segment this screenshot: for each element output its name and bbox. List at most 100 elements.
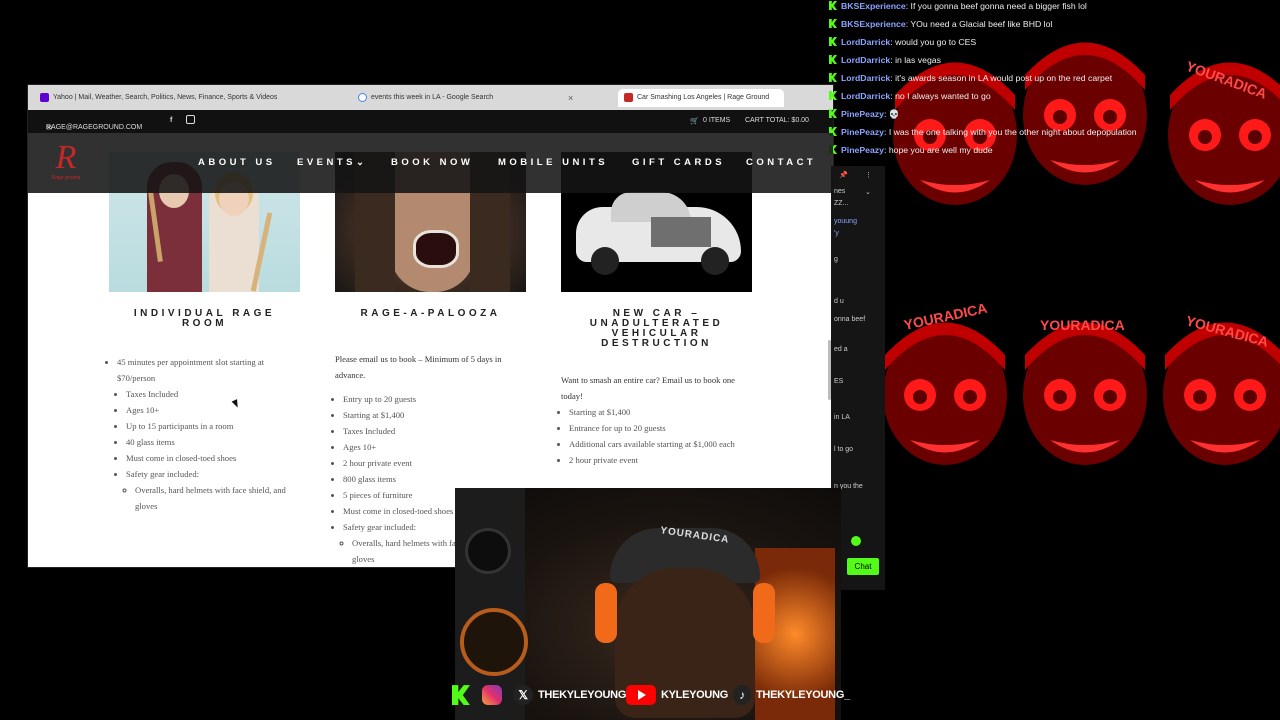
chat-message: BKSExperience: YOu need a Glacial beef l… [829, 18, 1052, 30]
instagram-icon [482, 685, 502, 706]
pin-icon[interactable]: 📌 [839, 171, 848, 179]
tiktok-social: ♪ THEKYLEYOUNG_ [733, 684, 850, 706]
chat-fragment: nes [834, 188, 846, 195]
x-logo-icon: 𝕏 [513, 685, 533, 706]
list-item: Entrance for up to 20 guests [569, 420, 755, 436]
yahoo-icon [40, 92, 49, 102]
chat-username: PinePeazy [841, 109, 884, 119]
cart-total[interactable]: CART TOTAL: $0.00 [745, 117, 809, 124]
chat-fragment: onna beef [834, 316, 866, 323]
kick-icon [829, 73, 837, 82]
list-item: Additional cars available starting at $1… [569, 436, 755, 452]
youtube-handle: KYLEYOUNG [661, 689, 728, 701]
chat-message: LordDarrick: in las vegas [829, 54, 941, 66]
close-tab-icon[interactable]: × [568, 89, 573, 107]
chat-text: 💀 [888, 109, 900, 119]
cart-icon[interactable]: 🛒 [690, 117, 699, 125]
list-item: Safety gear included: [126, 466, 303, 482]
card-new-car-details: Starting at $1,400 Entrance for up to 20… [560, 404, 755, 468]
chat-fragment: ZZ... [834, 200, 849, 207]
cap-text: YOURADICA [1040, 317, 1125, 333]
rage-ground-logo[interactable]: R Rage ground [46, 141, 86, 185]
card-title-rage-a-palooza: RAGE-A-PALOOZA [360, 308, 501, 319]
tab-bar: Yahoo | Mail, Weather, Search, Politics,… [28, 85, 833, 110]
card-rage-a-palooza-intro: Please email us to book – Minimum of 5 d… [335, 354, 502, 380]
google-icon [358, 92, 367, 102]
list-item: Entry up to 20 guests [343, 391, 524, 407]
list-item: Taxes Included [126, 386, 303, 402]
logo-letter: R [55, 139, 77, 176]
facebook-icon[interactable]: f [170, 117, 172, 124]
chat-text: hope you are well my dude [888, 145, 993, 155]
kick-social [452, 684, 475, 706]
tiktok-icon: ♪ [733, 685, 751, 706]
chat-text: would you go to CES [895, 37, 977, 47]
x-social: 𝕏 THEKYLEYOUNG [513, 684, 626, 706]
list-item: Overalls, hard helmets with face shield,… [135, 482, 303, 514]
chat-message: PinePeazy: hope you are well my dude [829, 144, 993, 156]
chevron-down-icon: ⌄ [356, 157, 364, 168]
tab-google-search[interactable]: events this week in LA - Google Search [358, 89, 563, 107]
x-handle: THEKYLEYOUNG [538, 689, 627, 701]
nav-about-us[interactable]: ABOUT US [198, 157, 276, 168]
tab-label: events this week in LA - Google Search [371, 94, 494, 101]
chat-message: LordDarrick: it's awards season in LA wo… [829, 72, 1112, 84]
kick-icon [829, 37, 837, 46]
logo-subtext: Rage ground [51, 175, 81, 181]
kick-icon [829, 91, 837, 100]
chat-message: PinePeazy: 💀 [829, 108, 900, 120]
tab-rage-ground[interactable]: Car Smashing Los Angeles | Rage Ground [618, 89, 784, 107]
card-title-new-car: NEW CAR – UNADULTERATED VEHICULAR DESTRU… [589, 308, 724, 349]
nav-book-now[interactable]: BOOK NOW [391, 157, 473, 168]
chat-username: BKSExperience [841, 1, 906, 11]
chat-text: it's awards season in LA would post up o… [895, 73, 1113, 83]
list-item: Starting at $1,400 [343, 407, 524, 423]
kick-logo-icon [452, 685, 470, 706]
more-options-icon[interactable]: ⋮ [865, 171, 872, 179]
chat-username: LordDarrick [841, 55, 891, 65]
chat-username: LordDarrick [841, 37, 891, 47]
list-item: 2 hour private event [569, 452, 755, 468]
list-item: Must come in closed-toed shoes [126, 450, 303, 466]
nav-contact[interactable]: CONTACT [746, 157, 816, 168]
chat-message: LordDarrick: would you go to CES [829, 36, 976, 48]
feature-list: Starting at $1,400 Entrance for up to 20… [560, 404, 755, 468]
card-title-individual: INDIVIDUAL RAGE ROOM [133, 308, 276, 329]
chat-username: PinePeazy [841, 127, 884, 137]
list-item: 40 glass items [126, 434, 303, 450]
feature-list: 45 minutes per appointment slot starting… [108, 354, 303, 514]
chat-text: If you gonna beef gonna need a bigger fi… [910, 1, 1087, 11]
chat-username: LordDarrick [841, 73, 891, 83]
email-text: RAGE@RAGEGROUND.COM [46, 124, 143, 131]
list-item: Ages 10+ [126, 402, 303, 418]
list-item: 800 glass items [343, 471, 524, 487]
chat-fragment: ES [834, 378, 844, 385]
chat-username: PinePeazy [841, 145, 884, 155]
chat-text: I was the one talking with you the other… [888, 127, 1137, 137]
nav-events[interactable]: EVENTS⌄ [297, 157, 364, 168]
chat-fragment: 'y [834, 230, 839, 237]
chat-fragment: l to go [834, 446, 854, 453]
youtube-social: KYLEYOUNG [626, 684, 728, 706]
chat-username: BKSExperience [841, 19, 906, 29]
chevron-down-icon[interactable]: ⌄ [865, 188, 871, 196]
nav-mobile-units[interactable]: MOBILE UNITS [498, 157, 608, 168]
nav-events-label: EVENTS [297, 157, 357, 168]
card-new-car-intro: Want to smash an entire car? Email us to… [561, 375, 735, 401]
chat-text: in las vegas [895, 55, 941, 65]
emoji-icon[interactable] [851, 536, 861, 546]
list-item: 45 minutes per appointment slot starting… [117, 354, 303, 386]
rage-ground-favicon-icon [624, 92, 633, 102]
socials-bar: 𝕏 THEKYLEYOUNG KYLEYOUNG ♪ THEKYLEYOUNG_ [450, 682, 850, 708]
chat-send-button[interactable]: Chat [847, 558, 879, 575]
kick-icon [829, 19, 837, 28]
instagram-icon[interactable] [186, 115, 195, 124]
youtube-icon [626, 685, 656, 706]
tab-yahoo[interactable]: Yahoo | Mail, Weather, Search, Politics,… [40, 89, 290, 107]
chat-fragment: youung [834, 218, 857, 225]
cart-items[interactable]: 0 ITEMS [703, 117, 730, 124]
nav-gift-cards[interactable]: GIFT CARDS [632, 157, 725, 168]
tab-label: Yahoo | Mail, Weather, Search, Politics,… [53, 94, 278, 101]
chat-text: YOu need a Glacial beef like BHD lol [910, 19, 1053, 29]
chat-overlay: BKSExperience: If you gonna beef gonna n… [815, 0, 1280, 160]
